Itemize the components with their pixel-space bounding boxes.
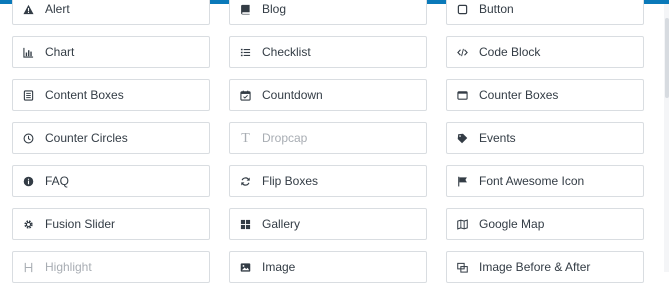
element-tile-dropcap[interactable]: T Dropcap (229, 122, 427, 154)
element-tile-label: FAQ (45, 174, 70, 188)
sync-icon (239, 175, 252, 188)
gear-icon (22, 218, 35, 231)
element-tile-faq[interactable]: FAQ (12, 165, 210, 197)
map-icon (456, 218, 469, 231)
element-tile-label: Counter Boxes (479, 88, 559, 102)
element-tile-blog[interactable]: Blog (229, 0, 427, 25)
element-tile-label: Checklist (262, 45, 311, 59)
element-tile-label: Fusion Slider (45, 217, 116, 231)
element-tile-gallery[interactable]: Gallery (229, 208, 427, 240)
element-tile-alert[interactable]: Alert (12, 0, 210, 25)
book-icon (239, 3, 252, 16)
element-tile-label: Countdown (262, 88, 323, 102)
element-tile-chart[interactable]: Chart (12, 36, 210, 68)
element-tile-label: Counter Circles (45, 131, 128, 145)
flag-icon (456, 175, 469, 188)
list-icon (239, 46, 252, 59)
element-tile-label: Code Block (479, 45, 541, 59)
window-icon (456, 89, 469, 102)
element-tile-code-block[interactable]: Code Block (446, 36, 644, 68)
element-grid: Alert Blog Button Chart Checklist Code Block C… (12, 0, 644, 283)
element-tile-image[interactable]: Image (229, 251, 427, 283)
element-tile-events[interactable]: Events (446, 122, 644, 154)
element-tile-label: Events (479, 131, 516, 145)
ticket-icon (456, 132, 469, 145)
bar-chart-icon (22, 46, 35, 59)
grid-icon (239, 218, 252, 231)
element-tile-label: Gallery (262, 217, 301, 231)
content-boxes-icon (22, 89, 35, 102)
element-tile-label: Content Boxes (45, 88, 124, 102)
warning-icon (22, 3, 35, 16)
element-tile-fusion-slider[interactable]: Fusion Slider (12, 208, 210, 240)
element-tile-label: Flip Boxes (262, 174, 319, 188)
element-tile-flip-boxes[interactable]: Flip Boxes (229, 165, 427, 197)
element-tile-button[interactable]: Button (446, 0, 644, 25)
element-tile-counter-circles[interactable]: Counter Circles (12, 122, 210, 154)
element-tile-image-before-and-after[interactable]: Image Before & After (446, 251, 644, 283)
element-tile-checklist[interactable]: Checklist (229, 36, 427, 68)
calendar-icon (239, 89, 252, 102)
element-tile-countdown[interactable]: Countdown (229, 79, 427, 111)
element-tile-label: Blog (262, 2, 287, 16)
element-tile-label: Dropcap (262, 131, 308, 145)
text-t-icon: T (241, 130, 250, 146)
code-icon (456, 46, 469, 59)
element-tile-highlight[interactable]: Highlight (12, 251, 210, 283)
info-circle-icon (22, 175, 35, 188)
element-tile-font-awesome-icon[interactable]: Font Awesome Icon (446, 165, 644, 197)
scrollbar-thumb[interactable] (665, 18, 669, 98)
element-tile-label: Google Map (479, 217, 545, 231)
element-tile-label: Chart (45, 45, 75, 59)
clock-icon (22, 132, 35, 145)
element-tile-label: Button (479, 2, 514, 16)
square-icon (456, 3, 469, 16)
element-tile-label: Alert (45, 2, 70, 16)
element-tile-label: Font Awesome Icon (479, 174, 585, 188)
element-tile-content-boxes[interactable]: Content Boxes (12, 79, 210, 111)
element-tile-google-map[interactable]: Google Map (446, 208, 644, 240)
element-tile-counter-boxes[interactable]: Counter Boxes (446, 79, 644, 111)
